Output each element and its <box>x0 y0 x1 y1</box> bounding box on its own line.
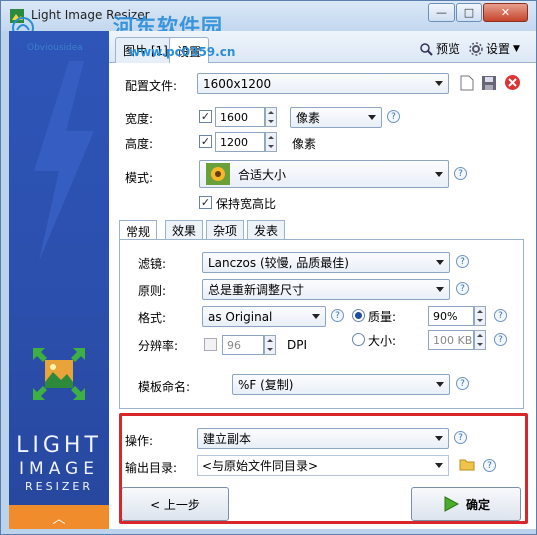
height-unit-label: 像素 <box>292 137 317 151</box>
help-icon[interactable]: ? <box>494 309 507 322</box>
mode-select[interactable]: 合适大小 <box>199 160 449 188</box>
tab-general[interactable]: 常规 <box>119 220 158 241</box>
help-icon[interactable]: ? <box>456 282 469 295</box>
brand-light: LIGHT <box>16 433 102 458</box>
title-bar: Light Image Resizer — □ ✕ <box>1 1 536 31</box>
principle-select[interactable]: 总是重新调整尺寸 <box>202 279 450 300</box>
new-file-icon[interactable] <box>460 75 474 91</box>
help-icon[interactable]: ? <box>331 309 344 322</box>
chevron-down-icon <box>436 287 444 292</box>
filter-label: 滤镜: <box>138 257 167 271</box>
height-checkbox[interactable]: ✓ <box>199 135 212 148</box>
highlight-box <box>119 413 528 524</box>
mode-value: 合适大小 <box>238 167 287 182</box>
quality-input[interactable]: 90% <box>428 306 474 326</box>
quality-spinner[interactable] <box>474 306 486 326</box>
maximize-button[interactable]: □ <box>456 3 482 22</box>
tab-publish[interactable]: 发表 <box>247 220 286 240</box>
sub-tab-strip: 常规 效果 杂项 发表 <box>119 220 524 241</box>
minimize-button[interactable]: — <box>428 3 455 22</box>
width-checkbox[interactable]: ✓ <box>199 110 212 123</box>
resolution-label: 分辨率: <box>138 339 179 353</box>
app-logo-icon <box>33 348 85 400</box>
template-label: 模板命名: <box>138 380 191 394</box>
settings-label: 设置 <box>486 42 511 56</box>
width-unit-select[interactable]: 像素 <box>290 107 382 128</box>
template-value: %F (复制) <box>238 378 294 392</box>
tab-misc[interactable]: 杂项 <box>206 220 245 240</box>
brand-resizer: RESIZER <box>25 480 93 493</box>
help-icon[interactable]: ? <box>387 110 400 123</box>
keep-ratio-label: 保持宽高比 <box>216 197 277 211</box>
height-input[interactable]: 1200 <box>215 132 265 152</box>
width-spinner[interactable] <box>265 107 277 127</box>
width-input[interactable]: 1600 <box>215 107 265 127</box>
format-label: 格式: <box>138 311 167 325</box>
width-label: 宽度: <box>125 112 154 126</box>
template-select[interactable]: %F (复制) <box>232 374 450 395</box>
chevron-down-icon: ▼ <box>513 43 520 54</box>
size-input[interactable]: 100 KB <box>428 330 474 350</box>
gear-icon <box>469 41 483 56</box>
delete-icon[interactable] <box>504 74 521 91</box>
config-select[interactable]: 1600x1200 <box>197 73 449 94</box>
watermark-brand: Obviousidea <box>27 43 83 53</box>
resolution-unit: DPI <box>287 338 308 352</box>
filter-select[interactable]: Lanczos (较慢, 品质最佳) <box>202 252 450 273</box>
preview-label: 预览 <box>436 42 461 56</box>
resolution-checkbox[interactable] <box>204 338 217 351</box>
chevron-down-icon <box>312 314 320 319</box>
chevron-down-icon <box>436 382 444 387</box>
filter-value: Lanczos (较慢, 品质最佳) <box>208 256 349 270</box>
chevron-down-icon <box>368 115 376 120</box>
quality-label: 质量: <box>368 310 397 324</box>
chevron-down-icon <box>436 260 444 265</box>
resolution-input[interactable]: 96 <box>222 335 264 355</box>
save-icon[interactable] <box>481 75 497 91</box>
quality-radio[interactable] <box>352 309 365 322</box>
collapse-button[interactable]: ︿ <box>9 505 109 529</box>
settings-menu[interactable]: 设置 ▼ <box>469 40 520 57</box>
general-panel: 滤镜: Lanczos (较慢, 品质最佳) ? 原则: 总是重新调整尺寸 ? … <box>119 239 524 409</box>
preview-link[interactable]: 预览 <box>419 40 460 57</box>
tab-effects[interactable]: 效果 <box>165 220 204 240</box>
mode-label: 模式: <box>125 171 154 185</box>
config-value: 1600x1200 <box>203 76 272 91</box>
height-spinner[interactable] <box>265 132 277 152</box>
help-icon[interactable]: ? <box>456 255 469 268</box>
sunflower-icon <box>206 163 230 185</box>
size-spinner[interactable] <box>474 330 486 350</box>
config-label: 配置文件: <box>125 79 178 93</box>
lightning-bolt-icon <box>34 61 94 261</box>
app-window: Light Image Resizer — □ ✕ 河东软件园 LIGHT IM… <box>0 0 537 535</box>
format-select[interactable]: as Original <box>202 306 326 327</box>
keep-ratio-checkbox[interactable]: ✓ <box>199 196 212 209</box>
width-unit-value: 像素 <box>296 111 321 125</box>
principle-value: 总是重新调整尺寸 <box>208 283 305 297</box>
watermark-url: www.pc0359.cn <box>129 45 236 59</box>
help-icon[interactable]: ? <box>494 333 507 346</box>
height-label: 高度: <box>125 137 154 151</box>
sidebar: LIGHT IMAGE RESIZER ︿ <box>9 31 109 529</box>
help-icon[interactable]: ? <box>454 167 467 180</box>
principle-label: 原则: <box>138 284 167 298</box>
chevron-down-icon <box>435 81 443 86</box>
brand-image: IMAGE <box>19 459 99 479</box>
format-value: as Original <box>208 309 273 324</box>
preview-icon <box>420 42 433 56</box>
resolution-spinner[interactable] <box>264 335 276 355</box>
close-button[interactable]: ✕ <box>483 3 528 22</box>
help-icon[interactable]: ? <box>456 377 469 390</box>
size-label: 大小: <box>368 334 397 348</box>
chevron-down-icon <box>435 172 443 177</box>
size-radio[interactable] <box>352 333 365 346</box>
